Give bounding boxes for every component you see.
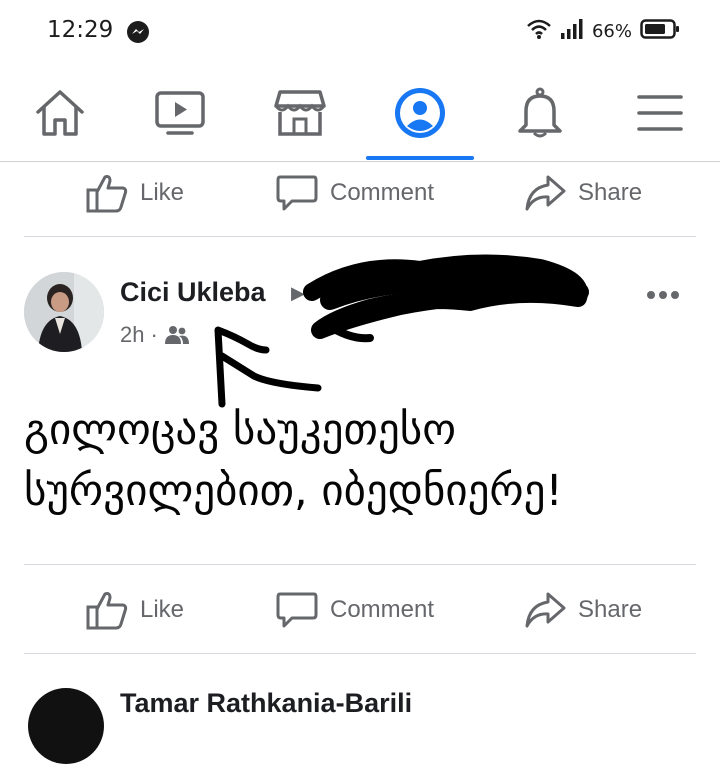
caret-right-icon: ▶ [291, 283, 305, 303]
author-avatar[interactable] [24, 272, 104, 352]
divider [24, 653, 696, 654]
share-button[interactable]: Share [524, 575, 642, 645]
post-timestamp[interactable]: 2h [120, 322, 144, 348]
share-label: Share [578, 596, 643, 623]
battery-level: 66% [591, 21, 632, 42]
home-icon [36, 89, 84, 136]
comment-button[interactable]: Comment [276, 158, 434, 228]
divider [24, 564, 696, 565]
tab-profile[interactable] [365, 64, 475, 161]
more-icon [647, 291, 679, 299]
watch-icon [155, 90, 205, 135]
post-actions: Like Comment Share [0, 575, 720, 645]
comment-label: Comment [330, 179, 435, 206]
profile-icon [395, 87, 445, 138]
like-label: Like [140, 179, 185, 206]
share-label: Share [578, 179, 643, 206]
tab-home[interactable] [5, 64, 115, 161]
friends-icon [164, 326, 189, 344]
author-name[interactable]: Cici Ukleba [120, 277, 266, 308]
comment-button[interactable]: Comment [276, 575, 434, 645]
menu-icon [637, 94, 683, 131]
comment-label: Comment [330, 596, 435, 623]
like-label: Like [140, 596, 185, 623]
like-icon [86, 175, 128, 213]
battery-icon [640, 18, 680, 45]
tab-notifications[interactable] [485, 64, 595, 161]
like-button[interactable]: Like [86, 158, 184, 228]
more-options-button[interactable] [646, 276, 680, 306]
meta-separator: · [150, 322, 158, 347]
next-post-author[interactable]: Tamar Rathkania-Barili [120, 688, 412, 719]
share-button[interactable]: Share [524, 158, 642, 228]
previous-post-actions: Like Comment Share [0, 158, 720, 228]
top-navigation [0, 64, 720, 162]
like-icon [86, 592, 128, 630]
comment-icon [276, 592, 318, 628]
post-meta: 2h · [120, 322, 190, 348]
share-icon [525, 592, 566, 628]
comment-icon [276, 175, 318, 211]
signal-icon [560, 18, 584, 45]
tab-marketplace[interactable] [245, 64, 355, 161]
share-icon [525, 175, 566, 211]
wifi-icon [526, 18, 552, 45]
status-bar: 12:29 66% [0, 0, 720, 64]
post-text-line: გილოცავ საუკეთესო [24, 405, 457, 455]
tab-watch[interactable] [125, 64, 235, 161]
marketplace-icon [274, 89, 326, 136]
next-post-avatar[interactable] [28, 688, 104, 764]
tab-menu[interactable] [605, 64, 715, 161]
divider [24, 236, 696, 237]
status-time: 12:29 [47, 17, 114, 43]
like-button[interactable]: Like [86, 575, 184, 645]
post-text: გილოცავ საუკეთესო სურვილებით, იბედნიერე! [24, 400, 696, 522]
messenger-icon [126, 20, 150, 49]
notifications-icon [518, 87, 562, 137]
post-text-line: სურვილებით, იბედნიერე! [24, 466, 563, 516]
